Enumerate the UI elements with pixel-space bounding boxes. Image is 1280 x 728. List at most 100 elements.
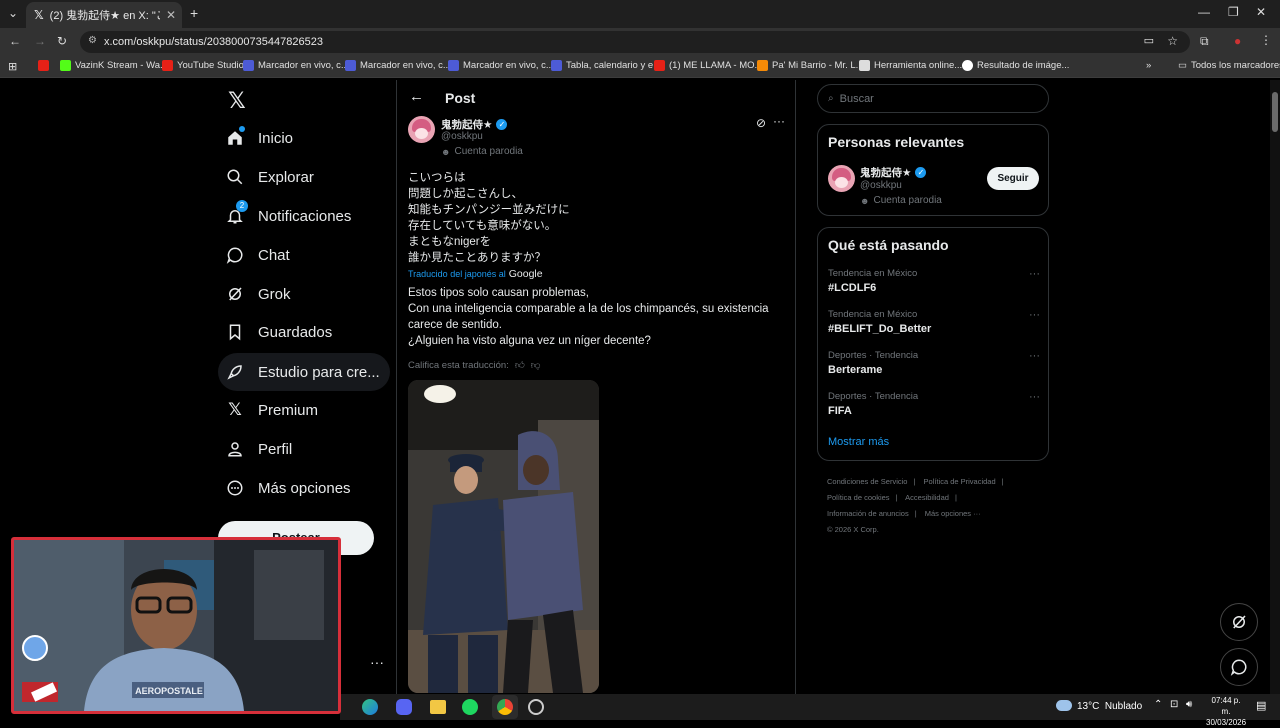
browser-tab[interactable]: 𝕏 (2) 鬼勃起侍★ en X: "こいつらは ✕ bbox=[26, 2, 182, 28]
bookmark-item[interactable]: VazinK Stream - Wa... bbox=[60, 60, 168, 71]
author-name-row[interactable]: 鬼勃起侍★ ✓ bbox=[441, 117, 508, 132]
nav-item-premium[interactable]: 𝕏 Premium bbox=[226, 392, 318, 428]
minimize-icon[interactable]: — bbox=[1198, 5, 1210, 19]
nav-item-mas-opciones[interactable]: Más opciones bbox=[226, 470, 351, 506]
tray-overflow-icon[interactable]: ⌃ bbox=[1154, 699, 1162, 710]
trend-more-icon[interactable]: ··· bbox=[1029, 268, 1040, 280]
trend-more-icon[interactable]: ··· bbox=[1029, 309, 1040, 321]
notifications-icon[interactable]: ▤ bbox=[1256, 699, 1266, 712]
footer-link[interactable]: Accesibilidad bbox=[905, 493, 949, 502]
relevant-handle: @oskkpu bbox=[860, 180, 902, 191]
bookmark-item[interactable]: Herramienta online... bbox=[859, 60, 962, 71]
post-more-icon[interactable]: ··· bbox=[773, 114, 785, 128]
forward-icon[interactable]: → bbox=[34, 34, 46, 48]
bookmark-item[interactable]: Tabla, calendario y e... bbox=[551, 60, 661, 71]
discord-icon[interactable] bbox=[396, 699, 412, 715]
close-tab-icon[interactable]: ✕ bbox=[166, 8, 176, 22]
page-scrollbar[interactable] bbox=[1270, 80, 1280, 694]
address-bar[interactable]: ⚙ x.com/oskkpu/status/203800073544782652… bbox=[80, 31, 1190, 53]
bookmark-item[interactable]: (1) ME LLAMA - MO... bbox=[654, 60, 762, 71]
all-bookmarks[interactable]: ▭ Todos los marcadores bbox=[1178, 60, 1280, 71]
obs-icon[interactable] bbox=[528, 699, 544, 715]
show-more-link[interactable]: Mostrar más bbox=[828, 436, 889, 448]
nav-item-estudio[interactable]: Estudio para cre... bbox=[226, 354, 380, 390]
bookmark-item[interactable]: Pa' Mi Barrio - Mr. L... bbox=[757, 60, 864, 71]
edge-icon[interactable] bbox=[362, 699, 378, 715]
chat-float-button[interactable] bbox=[1220, 648, 1258, 686]
bookmark-star-icon[interactable]: ☆ bbox=[1167, 34, 1178, 48]
reload-icon[interactable]: ↻ bbox=[57, 34, 67, 48]
trend-item[interactable]: Tendencia en México #LCDLF6 ··· bbox=[828, 268, 1040, 294]
extensions-icon[interactable]: ⧉ bbox=[1200, 34, 1209, 49]
copyright: © 2026 X Corp. bbox=[827, 525, 879, 534]
follow-button[interactable]: Seguir bbox=[987, 167, 1039, 190]
thumbs-up-icon[interactable]: 👍︎ bbox=[515, 359, 525, 371]
bookmark-item[interactable]: Marcador en vivo, c... bbox=[243, 60, 349, 71]
post-media-image[interactable] bbox=[408, 380, 599, 693]
author-avatar[interactable] bbox=[408, 116, 435, 143]
network-icon[interactable]: ⊡ bbox=[1170, 699, 1178, 710]
bookmark-item[interactable]: Marcador en vivo, c... bbox=[345, 60, 451, 71]
search-icon: ⌕ bbox=[828, 93, 834, 104]
relevant-avatar[interactable] bbox=[828, 165, 855, 192]
scrollbar-thumb[interactable] bbox=[1272, 92, 1278, 132]
site-info-icon[interactable]: ⚙ bbox=[88, 35, 97, 46]
footer-link[interactable]: Política de Privacidad bbox=[924, 477, 996, 486]
translation-attribution[interactable]: Traducido del japonés al Google bbox=[408, 268, 543, 280]
trend-more-icon[interactable]: ··· bbox=[1029, 391, 1040, 403]
new-tab-icon[interactable]: + bbox=[190, 5, 198, 21]
footer-link[interactable]: Condiciones de Servicio bbox=[827, 477, 907, 486]
bookmark-item[interactable]: YouTube Studio bbox=[162, 60, 244, 71]
account-menu-icon[interactable]: ··· bbox=[370, 654, 384, 670]
nav-item-notificaciones[interactable]: Notificaciones 2 bbox=[226, 198, 351, 234]
weather-text[interactable]: 13°C Nublado bbox=[1077, 701, 1142, 712]
clock-time: 07:44 p. m. bbox=[1211, 696, 1241, 716]
footer-link[interactable]: Política de cookies bbox=[827, 493, 890, 502]
bookmark-youtube-1[interactable] bbox=[38, 60, 53, 71]
nav-item-guardados[interactable]: Guardados bbox=[226, 314, 332, 350]
profile-icon[interactable]: ● bbox=[1234, 34, 1241, 48]
trend-item[interactable]: Deportes · Tendencia Berterame ··· bbox=[828, 350, 1040, 376]
author-handle[interactable]: @oskkpu bbox=[441, 131, 483, 142]
relevant-people-card: Personas relevantes 鬼勃起侍★ ✓ @oskkpu ☻ Cu… bbox=[817, 124, 1049, 216]
search-box[interactable]: ⌕ Buscar bbox=[817, 84, 1049, 113]
cast-icon[interactable]: ▭ bbox=[1144, 34, 1154, 47]
back-icon[interactable]: ← bbox=[9, 34, 21, 48]
site-icon bbox=[757, 60, 768, 71]
file-explorer-icon[interactable] bbox=[430, 700, 446, 714]
footer-link[interactable]: Más opciones ··· bbox=[925, 509, 981, 518]
menu-kebab-icon[interactable]: ⋮ bbox=[1260, 33, 1272, 47]
x-logo-icon[interactable]: 𝕏 bbox=[228, 88, 246, 114]
site-icon bbox=[448, 60, 459, 71]
volume-icon[interactable]: 🔊︎ bbox=[1186, 699, 1192, 710]
trend-item[interactable]: Deportes · Tendencia FIFA ··· bbox=[828, 391, 1040, 417]
grok-float-button[interactable] bbox=[1220, 603, 1258, 641]
back-arrow-icon[interactable]: ← bbox=[409, 88, 424, 105]
grok-explain-icon[interactable]: ⊘ bbox=[756, 116, 766, 130]
google-icon bbox=[962, 60, 973, 71]
chrome-taskbar-active[interactable] bbox=[492, 695, 518, 719]
bookmark-item[interactable]: Marcador en vivo, c... bbox=[448, 60, 554, 71]
search-icon bbox=[226, 168, 244, 186]
trend-item[interactable]: Tendencia en México #BELIFT_Do_Better ··… bbox=[828, 309, 1040, 335]
nav-item-explorar[interactable]: Explorar bbox=[226, 159, 314, 195]
bookmark-item[interactable]: Resultado de imáge... bbox=[962, 60, 1069, 71]
apps-icon[interactable]: ⊞ bbox=[8, 60, 17, 73]
post-column: ← Post 鬼勃起侍★ ✓ @oskkpu ☻ Cuenta parodia … bbox=[396, 80, 796, 720]
restore-icon[interactable]: ❐ bbox=[1228, 5, 1239, 19]
footer-link[interactable]: Información de anuncios bbox=[827, 509, 909, 518]
nav-item-inicio[interactable]: Inicio bbox=[226, 120, 293, 156]
notification-badge: 2 bbox=[236, 200, 248, 212]
tab-search-icon[interactable]: ⌄ bbox=[8, 6, 18, 20]
nav-item-perfil[interactable]: Perfil bbox=[226, 431, 292, 467]
relevant-name-row[interactable]: 鬼勃起侍★ ✓ bbox=[860, 165, 927, 180]
clock[interactable]: 07:44 p. m. 30/03/2026 bbox=[1206, 695, 1246, 728]
nav-item-chat[interactable]: Chat bbox=[226, 237, 290, 273]
thumbs-down-icon[interactable]: 👎︎ bbox=[531, 359, 541, 371]
nav-item-grok[interactable]: Grok bbox=[226, 276, 291, 312]
more-bookmarks-icon[interactable]: » bbox=[1146, 60, 1151, 71]
close-window-icon[interactable]: ✕ bbox=[1256, 5, 1266, 19]
spotify-icon[interactable] bbox=[462, 699, 478, 715]
trend-more-icon[interactable]: ··· bbox=[1029, 350, 1040, 362]
shirt-logo-text: AEROPOSTALE bbox=[135, 686, 203, 696]
